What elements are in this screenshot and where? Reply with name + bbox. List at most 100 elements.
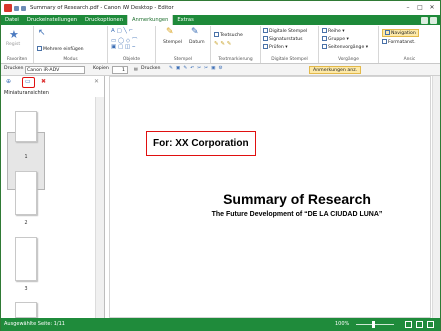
tab-druckoptionen[interactable]: Druckoptionen [81,15,127,25]
group-vorgaenge: Reihe ▾ Gruppe ▾ Seitenvorgänge ▾ Vorgän… [319,26,379,63]
highlight-tools[interactable]: ✎ ✎ ✎ [214,41,231,47]
group-stempel: ✎ Stempel ✎ Datum Stempel [156,26,211,63]
annotations-toggle-button[interactable]: Anmerkungen anz. [309,66,362,74]
ribbon-tabs: Datei Druckeinstellungen Druckoptionen A… [1,15,440,25]
undo-icon[interactable] [21,5,26,11]
title-bar: Summary of Research.pdf - Canon iW Deskt… [1,1,440,15]
thumbnail-number: 3 [24,287,28,292]
print-icon[interactable]: ▤ [134,66,138,71]
thumbnail-sidebar: ⊕ ▭ ✖ ✕ Miniaturansichten 1 2 3 [1,76,105,318]
group-label: Textmarkierung [218,57,253,62]
sidebar-label: Miniaturansichten [4,90,49,96]
annotation-tools-row2[interactable]: ▭ ◯ ◇ ⌒ [111,36,137,44]
digitale-stempel-button[interactable]: Digitale Stempel [263,28,307,34]
gruppe-button[interactable]: Gruppe ▾ [322,36,349,42]
document-area: For: XX Corporation Summary of Research … [105,76,440,318]
delete-icon[interactable]: ✖ [41,78,46,85]
ribbon: ★ Regist Favoriten ↖ Mehrere einfügen Mo… [1,25,440,64]
toolbar-icons[interactable]: ✎▣✎↶✂✂▣⚙ [169,66,226,71]
status-text: Ausgewählte Seite: 1/11 [4,321,65,327]
pruefen-button[interactable]: Prüfen ▾ [263,44,288,50]
minimize-button[interactable]: – [403,3,413,12]
fit-width-icon[interactable] [416,321,423,328]
thumbnail-number: 1 [24,155,28,160]
annotation-tools-row1[interactable]: A ▢ ╲ ⌐ [111,28,133,34]
mehrere-einfuegen-button[interactable]: Mehrere einfügen [37,46,84,52]
group-icon [322,36,327,41]
kopien-label: Kopien [93,66,109,71]
thumbnail-page-3[interactable] [15,237,37,281]
gruppe-label: Gruppe ▾ [328,37,349,42]
group-label: Objekte [122,57,141,62]
group-objekte: A ▢ ╲ ⌐ ▭ ◯ ◇ ⌒ ▣ ▢ ◫ ⌢ Objekte [108,26,156,63]
fit-page-icon[interactable] [405,321,412,328]
drucken-label: Drucken [4,66,24,71]
seitenvorgaenge-label: Seitenvorgänge ▾ [328,45,369,50]
tab-druckeinstellungen[interactable]: Druckeinstellungen [23,15,81,25]
help-icon[interactable] [430,16,437,24]
close-panel-icon[interactable]: ✕ [94,78,99,85]
sidebar-toolbar: ⊕ ▭ ✖ ✕ [1,76,105,88]
formatanst-button[interactable]: Formatanst. [382,39,416,45]
sidebar-scrollbar[interactable] [95,97,104,318]
stamp-icon[interactable]: ✎ [166,27,174,37]
maximize-button[interactable]: □ [415,3,425,12]
formatanst-label: Formatanst. [388,40,416,45]
app-icon [4,4,12,12]
pruefen-label: Prüfen ▾ [269,45,288,50]
group-modus: ↖ Mehrere einfügen Modus [34,26,108,63]
navigation-button[interactable]: Navigation [382,29,419,37]
regist-button[interactable]: Regist [6,42,20,47]
reihe-button[interactable]: Reihe ▾ [322,28,345,34]
bookmark-icon[interactable]: ⊕ [6,78,11,85]
tab-datei[interactable]: Datei [1,15,23,25]
window-title: Summary of Research.pdf - Canon iW Deskt… [30,5,174,11]
zoom-slider-knob[interactable] [372,321,375,328]
tab-extras[interactable]: Extras [173,15,197,25]
document-scrollbar[interactable] [432,76,440,318]
textsuche-button[interactable]: Textsuche [214,32,243,38]
digitale-stempel-label: Digitale Stempel [269,29,308,34]
close-button[interactable]: ✕ [427,3,437,12]
drucken-button[interactable]: Drucken [141,66,161,71]
group-favoriten: ★ Regist Favoriten [1,26,34,63]
annotation-tools-row3[interactable]: ▣ ▢ ◫ ⌢ [111,44,135,51]
star-icon[interactable]: ★ [9,28,19,41]
cursor-icon[interactable]: ↖ [38,28,46,38]
for-text: For: XX Corporation [153,138,249,149]
document-page: For: XX Corporation Summary of Research … [109,76,431,318]
search-icon [214,32,219,37]
thumbnail-page-4[interactable] [15,302,37,318]
text-annotation-box[interactable]: For: XX Corporation [146,131,256,156]
two-page-icon[interactable] [427,321,434,328]
reihe-label: Reihe ▾ [328,29,345,34]
datum-button[interactable]: Datum [189,40,205,45]
layout-icon[interactable] [421,16,428,24]
signaturstatus-button[interactable]: Signaturstatus [263,36,303,42]
thumbnail-page-1[interactable] [15,111,37,142]
zoom-slider[interactable] [356,324,394,325]
group-ansicht: Navigation Formatanst. Ansic [379,26,440,63]
copies-input[interactable]: 1 [112,66,128,74]
tab-anmerkungen[interactable]: Anmerkungen [126,15,174,25]
printer-select[interactable]: Canon iR-ADV [25,66,85,74]
group-digitale-stempel: Digitale Stempel Signaturstatus Prüfen ▾… [261,26,319,63]
date-stamp-icon[interactable]: ✎ [191,27,199,37]
seitenvorgaenge-button[interactable]: Seitenvorgänge ▾ [322,44,368,50]
group-label: Ansic [403,57,416,62]
group-label: Digitale Stempel [271,57,308,62]
thumbnail-list: 1 2 3 [1,97,95,318]
save-icon[interactable] [14,5,19,11]
mehrere-label: Mehrere einfügen [43,47,84,52]
thumbnail-page-2[interactable] [15,171,37,215]
signature-icon [263,36,268,41]
navigation-label: Navigation [391,31,416,36]
print-toolbar: Drucken Canon iR-ADV Kopien 1 ▤ Drucken … [1,64,440,76]
stempel-button[interactable]: Stempel [163,40,182,45]
verify-icon [263,44,268,49]
document-title: Summary of Research [223,191,371,207]
order-icon [322,28,327,33]
zoom-level: 100% [335,321,350,327]
group-label: Favoriten [6,57,28,62]
group-label: Stempel [173,57,193,62]
